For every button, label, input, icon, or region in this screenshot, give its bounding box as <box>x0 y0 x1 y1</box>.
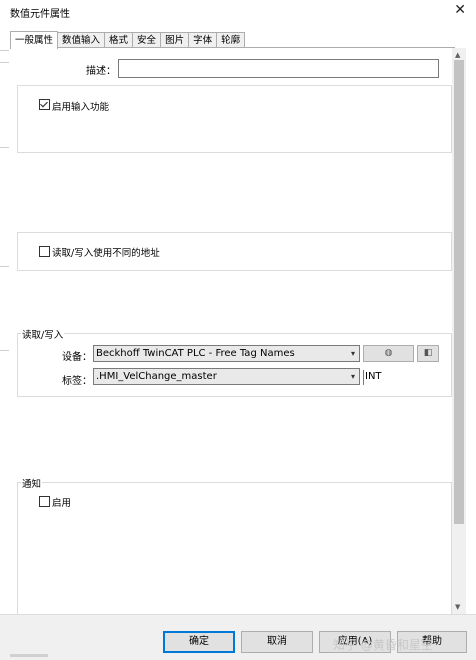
tab-picture[interactable]: 图片 <box>160 32 190 48</box>
close-icon[interactable]: ✕ <box>454 2 466 18</box>
chevron-down-icon: ▾ <box>350 349 355 358</box>
description-label: 描述： <box>86 66 116 77</box>
scrollbar-thumb[interactable] <box>454 60 464 524</box>
readwrite-group-title: 读取/写入 <box>21 327 65 341</box>
device-select[interactable]: Beckhoff TwinCAT PLC - Free Tag Names ▾ <box>93 345 360 362</box>
tag-label: 标签： <box>62 376 92 387</box>
device-label: 设备： <box>62 352 92 363</box>
tab-numeric-input[interactable]: 数值输入 <box>57 32 106 48</box>
left-gutter <box>0 48 9 614</box>
tag-select-value: .HMI_VelChange_master <box>96 371 217 382</box>
chevron-down-icon: ▾ <box>350 372 355 381</box>
scroll-down-icon[interactable]: ▼ <box>455 603 460 611</box>
tab-strip: 一般属性 数值输入 格式 安全 图片 字体 轮廓 <box>10 31 246 49</box>
ok-button[interactable]: 确定 <box>163 631 235 653</box>
resize-grip <box>10 654 48 657</box>
enable-input-row[interactable] <box>39 99 50 113</box>
device-browse-button[interactable]: ◧ <box>417 345 439 362</box>
notify-enable-row[interactable] <box>39 496 50 510</box>
watermark: 知乎 @黄昏和星空 <box>333 638 433 652</box>
cancel-button[interactable]: 取消 <box>241 631 313 653</box>
notify-group-title: 通知 <box>21 476 43 490</box>
separate-rw-checkbox[interactable] <box>39 246 50 257</box>
notify-enable-checkbox[interactable] <box>39 496 50 507</box>
tab-general[interactable]: 一般属性 <box>10 31 59 49</box>
device-select-value: Beckhoff TwinCAT PLC - Free Tag Names <box>96 348 295 359</box>
notify-enable-label: 启用 <box>52 498 72 509</box>
separate-rw-label: 读取/写入使用不同的地址 <box>52 248 160 259</box>
tab-font[interactable]: 字体 <box>188 32 218 48</box>
scroll-up-icon[interactable]: ▲ <box>455 51 460 59</box>
separate-rw-row[interactable] <box>39 246 50 260</box>
device-settings-icon: ◍ <box>384 348 393 358</box>
enable-input-group <box>17 85 452 153</box>
enable-input-label: 启用输入功能 <box>52 102 110 113</box>
tab-outline[interactable]: 轮廓 <box>216 32 246 48</box>
tab-security[interactable]: 安全 <box>132 32 162 48</box>
data-type-field: INT <box>363 370 382 385</box>
enable-input-checkbox[interactable] <box>39 99 50 110</box>
tag-select[interactable]: .HMI_VelChange_master ▾ <box>93 368 360 385</box>
notify-group <box>17 482 452 616</box>
readwrite-group <box>17 333 452 397</box>
tag-browse-icon: ◧ <box>423 348 433 358</box>
tab-format[interactable]: 格式 <box>104 32 134 48</box>
description-input[interactable] <box>118 59 439 78</box>
device-settings-button[interactable]: ◍ <box>363 345 414 362</box>
tab-divider <box>10 47 455 48</box>
window-title: 数值元件属性 <box>10 9 70 20</box>
